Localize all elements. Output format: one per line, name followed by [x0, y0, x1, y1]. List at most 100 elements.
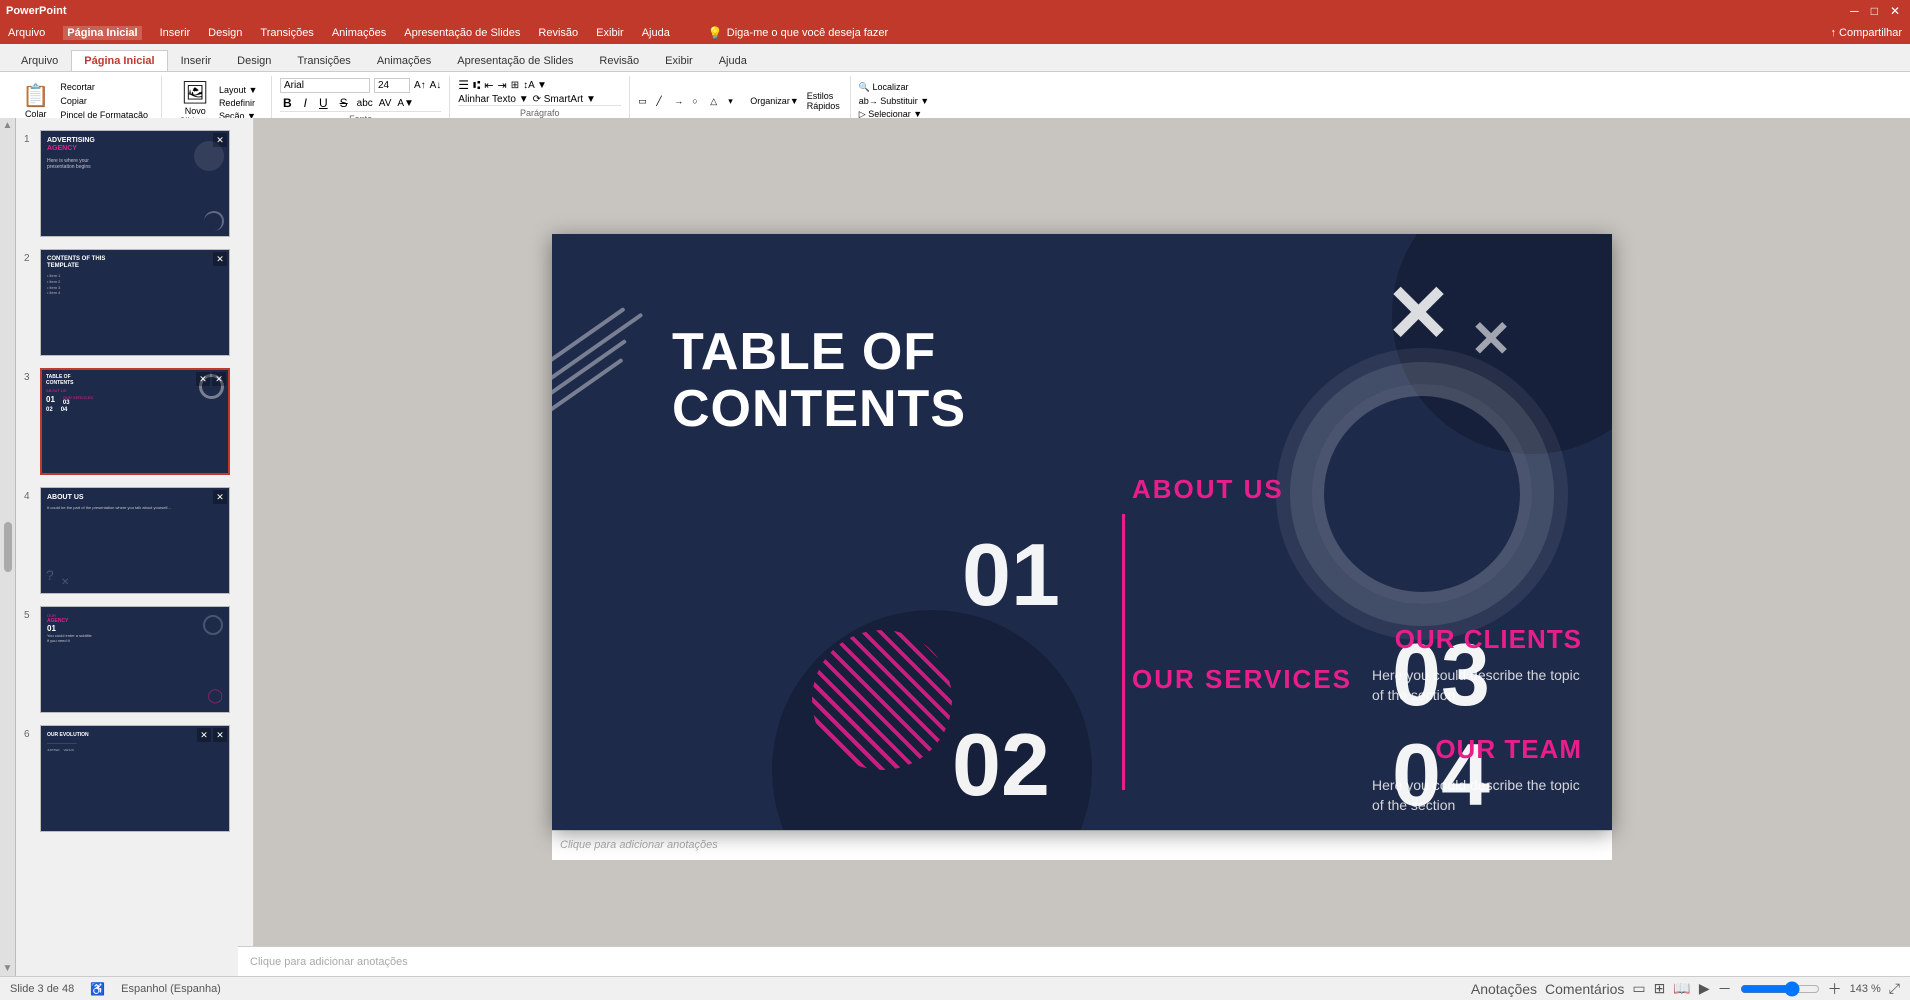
maximize-button[interactable]: □	[1867, 4, 1882, 18]
about-us-label: ABOUT US	[1132, 474, 1284, 505]
text-direction-button[interactable]: ↕A ▼	[523, 80, 547, 91]
decrease-font-button[interactable]: A↓	[430, 80, 442, 91]
close-button[interactable]: ✕	[1886, 4, 1904, 18]
slide-item-3[interactable]: 3 ✕ ✕ TABLE OFCONTENTS ABOUT US 01 OUR S…	[16, 364, 253, 479]
slide-item-1[interactable]: 1 ✕ ADVERTISINGAGENCY Here is where your…	[16, 126, 253, 241]
menu-design[interactable]: Design	[208, 27, 242, 39]
slide-close-1[interactable]: ✕	[213, 133, 227, 147]
tab-apresentacao[interactable]: Apresentação de Slides	[444, 50, 586, 71]
layout-button[interactable]: Layout ▼	[219, 85, 257, 95]
shape-more[interactable]: ▾	[728, 96, 744, 107]
shape-arrow[interactable]: →	[674, 96, 690, 107]
decrease-indent-button[interactable]: ⇤	[484, 79, 493, 92]
strikethrough-button[interactable]: S	[337, 95, 351, 111]
slide-close-6a[interactable]: ✕	[197, 728, 211, 742]
slide-close-3b[interactable]: ✕	[212, 372, 226, 386]
columns-button[interactable]: ⊞	[511, 80, 519, 91]
increase-font-button[interactable]: A↑	[414, 80, 426, 91]
tab-arquivo[interactable]: Arquivo	[8, 50, 71, 71]
align-text-button[interactable]: Alinhar Texto ▼	[458, 94, 528, 105]
tab-revisao[interactable]: Revisão	[586, 50, 652, 71]
redefine-button[interactable]: Redefinir	[219, 98, 257, 108]
menu-inserir[interactable]: Inserir	[160, 27, 191, 39]
increase-indent-button[interactable]: ⇥	[497, 79, 506, 92]
zoom-out-button[interactable]: －	[1718, 979, 1732, 999]
slide-canvas[interactable]: ✕ ✕ TABLE OF CONTENTS AB	[552, 234, 1612, 830]
text-shadow-button[interactable]: abc	[357, 98, 373, 109]
shape-line[interactable]: ╱	[656, 96, 672, 107]
notes-placeholder: Clique para adicionar anotações	[560, 839, 718, 851]
font-color-button[interactable]: A▼	[397, 98, 414, 109]
slide-item-4[interactable]: 4 ✕ ABOUT US It could be the part of the…	[16, 483, 253, 598]
title-bar: PowerPoint ─ □ ✕	[0, 0, 1910, 22]
slide-close-4[interactable]: ✕	[213, 490, 227, 504]
menu-apresentacao[interactable]: Apresentação de Slides	[404, 27, 520, 39]
copy-button[interactable]: Copiar	[57, 95, 151, 107]
slide-close-2[interactable]: ✕	[213, 252, 227, 266]
menu-exibir[interactable]: Exibir	[596, 27, 624, 39]
slide-sorter-button[interactable]: ⊞	[1654, 980, 1666, 997]
slide-item-6[interactable]: 6 ✕ ✕ OUR EVOLUTION ────────────── JUPIT…	[16, 721, 253, 836]
minimize-button[interactable]: ─	[1846, 4, 1863, 18]
fit-to-window-button[interactable]: ⤢	[1889, 980, 1900, 997]
slide-item-2[interactable]: 2 ✕ CONTENTS OF THISTEMPLATE • item 1• i…	[16, 245, 253, 360]
num-01: 01	[962, 524, 1060, 626]
bold-button[interactable]: B	[280, 95, 295, 111]
menu-pagina-inicial[interactable]: Página Inicial	[63, 26, 141, 40]
status-left: Slide 3 de 48 ♿ Espanhol (Espanha)	[10, 982, 221, 996]
menu-ajuda[interactable]: Ajuda	[642, 27, 670, 39]
shape-rect[interactable]: ▭	[638, 96, 654, 107]
shape-triangle[interactable]: △	[710, 96, 726, 107]
main-area: ▲ ▼ 1 ✕ ADVERTISINGAGENCY Here is where …	[0, 118, 1910, 976]
menu-revisao[interactable]: Revisão	[538, 27, 578, 39]
cut-button[interactable]: Recortar	[57, 81, 151, 93]
tab-design[interactable]: Design	[224, 50, 284, 71]
find-button[interactable]: 🔍 Localizar	[859, 82, 943, 93]
notes-toggle[interactable]: Anotações	[1471, 981, 1537, 997]
notes-hint: Clique para adicionar anotações	[250, 956, 408, 968]
char-spacing-button[interactable]: AV	[379, 98, 392, 109]
italic-button[interactable]: I	[301, 95, 310, 111]
menu-animacoes[interactable]: Animações	[332, 27, 386, 39]
shape-circle[interactable]: ○	[692, 96, 708, 107]
tab-pagina-inicial[interactable]: Página Inicial	[71, 50, 167, 71]
share-button[interactable]: ↑ Compartilhar	[1830, 27, 1902, 39]
paste-button[interactable]: 📋 Colar	[18, 81, 53, 121]
slideshow-button[interactable]: ▶	[1699, 980, 1710, 997]
zoom-slider[interactable]	[1740, 981, 1820, 997]
menu-transicoes[interactable]: Transições	[260, 27, 313, 39]
numbering-button[interactable]: ⑆	[473, 78, 480, 92]
bullet-button[interactable]: ☰	[458, 78, 469, 92]
our-clients-label: OUR CLIENTS	[1395, 624, 1582, 655]
normal-view-button[interactable]: ▭	[1632, 980, 1645, 997]
scroll-thumb[interactable]	[4, 522, 12, 572]
slide-thumb-5: OUR AGENCY 01 You could enter a subtitle…	[40, 606, 230, 713]
accessibility-icon[interactable]: ♿	[90, 982, 105, 996]
arrange-button[interactable]: Organizar▼	[748, 94, 800, 108]
tab-exibir[interactable]: Exibir	[652, 50, 706, 71]
ribbon-tabs: Arquivo Página Inicial Inserir Design Tr…	[0, 44, 1910, 72]
zoom-in-button[interactable]: ＋	[1828, 979, 1842, 999]
notes-area[interactable]: Clique para adicionar anotações	[552, 830, 1612, 860]
our-clients-desc: Here you could describe the topic of the…	[1372, 666, 1592, 705]
slide-title: TABLE OF CONTENTS	[672, 324, 966, 438]
font-size-input[interactable]	[374, 78, 410, 93]
slide-item-5[interactable]: 5 OUR AGENCY 01 You could enter a subtit…	[16, 602, 253, 717]
tab-inserir[interactable]: Inserir	[168, 50, 225, 71]
quick-styles-button[interactable]: EstilosRápidos	[805, 89, 842, 113]
slide-panel-scrollbar-left: ▲ ▼	[0, 118, 16, 976]
slide-close-6b[interactable]: ✕	[213, 728, 227, 742]
slide-count: Slide 3 de 48	[10, 983, 74, 995]
reading-view-button[interactable]: 📖	[1673, 980, 1690, 997]
font-family-input[interactable]	[280, 78, 370, 93]
underline-button[interactable]: U	[316, 95, 331, 111]
tab-ajuda[interactable]: Ajuda	[706, 50, 760, 71]
replace-button[interactable]: ab→ Substituir ▼	[859, 96, 943, 106]
menu-arquivo[interactable]: Arquivo	[8, 27, 45, 39]
tell-me-box[interactable]: 💡 Diga-me o que você deseja fazer	[708, 26, 888, 40]
tab-transicoes[interactable]: Transições	[284, 50, 363, 71]
smartart-button[interactable]: ⟳ SmartArt ▼	[533, 94, 596, 105]
tab-animacoes[interactable]: Animações	[364, 50, 444, 71]
slide-close-3a[interactable]: ✕	[196, 372, 210, 386]
comments-toggle[interactable]: Comentários	[1545, 981, 1624, 997]
